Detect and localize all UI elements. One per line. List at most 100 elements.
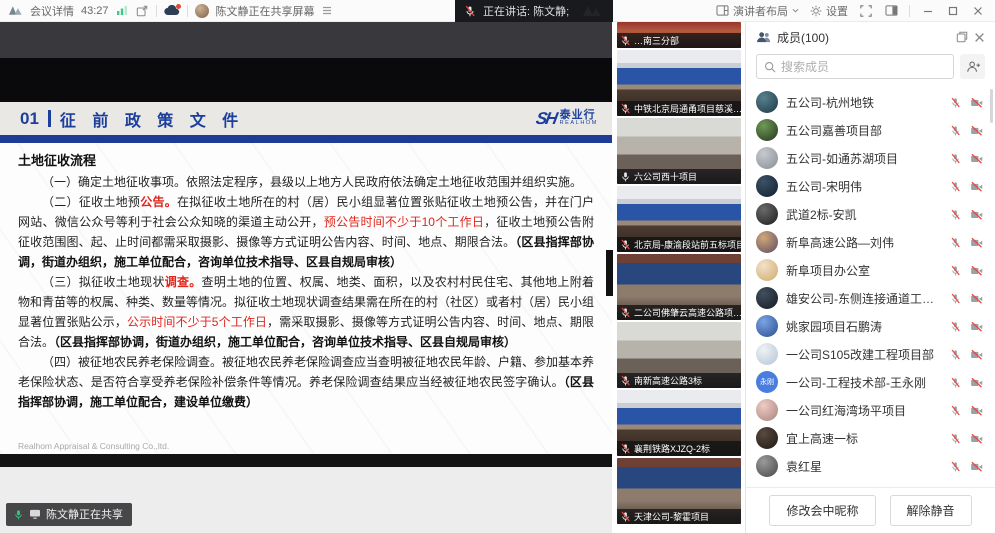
video-thumbnail[interactable]: 二公司佛肇云高速公路项… bbox=[617, 254, 741, 320]
rename-button[interactable]: 修改会中昵称 bbox=[769, 495, 875, 526]
mic-muted-icon bbox=[620, 375, 631, 386]
member-name: 五公司-宋明伟 bbox=[786, 178, 942, 195]
video-thumbnail[interactable]: 南新高速公路3标 bbox=[617, 322, 741, 388]
camera-off-icon bbox=[970, 237, 983, 248]
thumbnail-label: 南新高速公路3标 bbox=[617, 373, 741, 388]
popout-panel-icon[interactable] bbox=[956, 31, 968, 43]
member-row[interactable]: 一公司S105改建工程项目部 bbox=[746, 340, 995, 368]
member-row[interactable]: 永刚一公司-工程技术部-王永刚 bbox=[746, 368, 995, 396]
close-button[interactable] bbox=[971, 4, 985, 18]
video-thumbnail[interactable]: 北京局-康渝段站前五标项目 bbox=[617, 186, 741, 252]
member-row[interactable]: 五公司-杭州地铁 bbox=[746, 88, 995, 116]
member-name: 新阜项目办公室 bbox=[786, 262, 942, 279]
member-row[interactable]: 五公司-宋明伟 bbox=[746, 172, 995, 200]
member-avatar bbox=[756, 147, 778, 169]
mic-muted-icon bbox=[950, 237, 961, 248]
video-thumbnail-strip: …南三分部中铁北京局通甬项目慈溪… 六公司西十项目北京局-康渝段站前五标项目二公司… bbox=[612, 22, 745, 533]
divider bbox=[187, 5, 188, 17]
sharing-badge-text: 陈文静正在共享 bbox=[46, 506, 123, 522]
video-thumbnail[interactable]: …南三分部 bbox=[617, 22, 741, 48]
member-row[interactable]: 武道2标-安凯 bbox=[746, 200, 995, 228]
member-row[interactable]: 雄安公司-东侧连接通道工程项目向志良 bbox=[746, 284, 995, 312]
mic-muted-icon bbox=[950, 125, 961, 136]
cloud-record-icon[interactable] bbox=[164, 5, 180, 16]
member-search-row bbox=[746, 52, 995, 86]
slide-title: 征 前 政 策 文 件 bbox=[60, 107, 244, 131]
member-row[interactable]: 新阜高速公路—刘伟 bbox=[746, 228, 995, 256]
hamburger-icon[interactable] bbox=[322, 6, 332, 15]
mic-muted-icon bbox=[620, 511, 631, 522]
member-panel-title: 成员(100) bbox=[777, 29, 829, 46]
meeting-details-link[interactable]: 会议详情 bbox=[30, 3, 74, 19]
member-name: 姚家园项目石鹏涛 bbox=[786, 318, 942, 335]
member-row[interactable]: 袁红星 bbox=[746, 452, 995, 480]
video-thumbnail[interactable]: 天津公司-黎霍项目 bbox=[617, 458, 741, 524]
settings-label: 设置 bbox=[826, 3, 848, 19]
title-divider bbox=[48, 110, 51, 127]
video-thumbnail[interactable]: 襄荆铁路XJZQ-2标 bbox=[617, 390, 741, 456]
share-bottom-strip: 陈文静正在共享 bbox=[0, 467, 612, 533]
member-status-icons bbox=[950, 321, 983, 332]
mic-muted-icon bbox=[620, 307, 631, 318]
thumbnail-label: 天津公司-黎霍项目 bbox=[617, 509, 741, 524]
minimize-button[interactable] bbox=[921, 4, 935, 18]
gear-icon bbox=[810, 5, 822, 17]
member-name: 一公司-工程技术部-王永刚 bbox=[786, 374, 942, 391]
signal-icon bbox=[116, 5, 128, 16]
thumbnail-name-text: 中铁北京局通甬项目慈溪… bbox=[634, 102, 741, 115]
member-row[interactable]: 新阜项目办公室 bbox=[746, 256, 995, 284]
add-member-button[interactable] bbox=[960, 54, 985, 79]
camera-off-icon bbox=[970, 461, 983, 472]
camera-off-icon bbox=[970, 293, 983, 304]
camera-off-icon bbox=[970, 433, 983, 444]
member-status-icons bbox=[950, 433, 983, 444]
member-name: 一公司S105改建工程项目部 bbox=[786, 346, 942, 363]
sharing-badge: 陈文静正在共享 bbox=[6, 503, 132, 526]
slide-paragraph: （三）拟征收土地现状调查。查明土地的位置、权属、地类、面积，以及农村村民住宅、其… bbox=[18, 272, 594, 352]
chevron-down-icon bbox=[792, 8, 799, 13]
close-panel-icon[interactable] bbox=[974, 32, 985, 43]
collapsed-side-tab[interactable] bbox=[606, 250, 613, 296]
maximize-button[interactable] bbox=[946, 4, 960, 18]
member-avatar bbox=[756, 427, 778, 449]
popout-share-icon[interactable] bbox=[135, 4, 149, 18]
mic-muted-icon bbox=[950, 321, 961, 332]
member-avatar bbox=[756, 399, 778, 421]
mic-muted-icon bbox=[950, 461, 961, 472]
divider bbox=[156, 5, 157, 17]
member-row[interactable]: 一公司红海湾场平项目 bbox=[746, 396, 995, 424]
topbar: 会议详情 43:27 陈文静正在共享屏幕 正在讲话: bbox=[0, 0, 995, 22]
layout-switcher[interactable]: 演讲者布局 bbox=[716, 3, 799, 19]
meeting-window: 会议详情 43:27 陈文静正在共享屏幕 正在讲话: bbox=[0, 0, 995, 533]
scrollbar[interactable] bbox=[990, 89, 993, 123]
member-list[interactable]: 五公司-杭州地铁五公司嘉善项目部五公司-如通苏湖项目五公司-宋明伟武道2标-安凯… bbox=[746, 86, 995, 487]
video-thumbnail[interactable]: 中铁北京局通甬项目慈溪… bbox=[617, 50, 741, 116]
divider bbox=[909, 5, 910, 17]
fullscreen-icon[interactable] bbox=[859, 4, 873, 18]
member-name: 五公司嘉善项目部 bbox=[786, 122, 942, 139]
mic-muted-icon bbox=[620, 239, 631, 250]
member-row[interactable]: 姚家园项目石鹏涛 bbox=[746, 312, 995, 340]
search-input[interactable] bbox=[781, 60, 946, 74]
member-avatar bbox=[756, 175, 778, 197]
slide-heading: 土地征收流程 bbox=[18, 150, 594, 169]
member-status-icons bbox=[950, 461, 983, 472]
thumbnail-name-text: 天津公司-黎霍项目 bbox=[634, 510, 709, 523]
mic-muted-icon bbox=[464, 5, 476, 17]
meeting-timer: 43:27 bbox=[81, 5, 109, 17]
thumbnail-name-text: 二公司佛肇云高速公路项… bbox=[634, 306, 741, 319]
members-icon bbox=[756, 31, 771, 43]
member-row[interactable]: 宜上高速一标 bbox=[746, 424, 995, 452]
member-row[interactable]: 五公司-如通苏湖项目 bbox=[746, 144, 995, 172]
side-panel-toggle-icon[interactable] bbox=[884, 4, 898, 18]
member-status-icons bbox=[950, 377, 983, 388]
member-avatar bbox=[756, 455, 778, 477]
member-name: 新阜高速公路—刘伟 bbox=[786, 234, 942, 251]
search-box[interactable] bbox=[756, 54, 954, 79]
mic-muted-icon bbox=[950, 265, 961, 276]
unmute-button[interactable]: 解除静音 bbox=[890, 495, 972, 526]
settings-button[interactable]: 设置 bbox=[810, 3, 848, 19]
member-row[interactable]: 五公司嘉善项目部 bbox=[746, 116, 995, 144]
member-avatar bbox=[756, 287, 778, 309]
video-thumbnail[interactable]: 六公司西十项目 bbox=[617, 118, 741, 184]
